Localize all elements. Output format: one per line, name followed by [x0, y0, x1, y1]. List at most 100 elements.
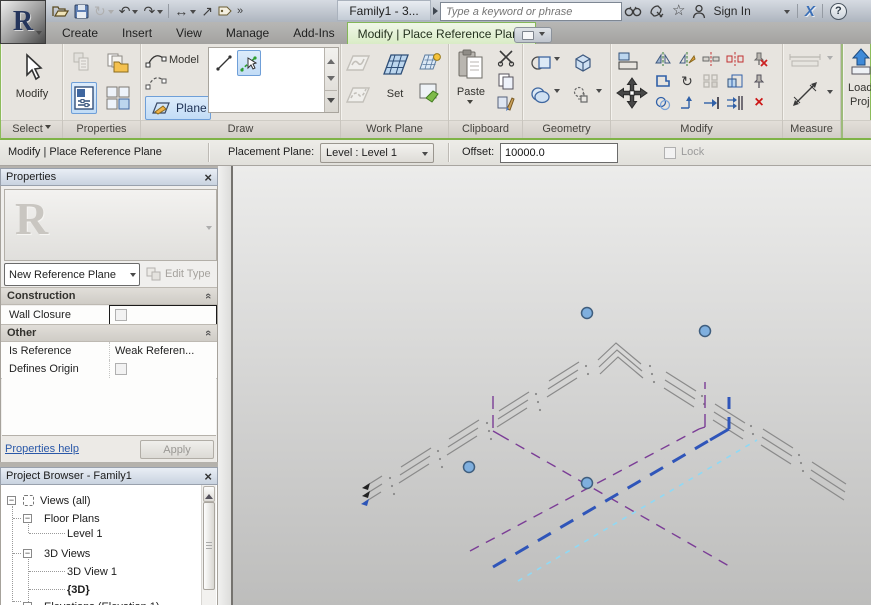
tree-item-elevations[interactable]: − Elevations (Elevation 1) [23, 598, 160, 605]
group-other[interactable]: Other « [1, 324, 217, 342]
cut-caret-icon[interactable] [554, 57, 560, 64]
undo-dropdown-icon[interactable] [132, 10, 138, 17]
node-handle[interactable] [582, 308, 593, 319]
symbolic-line-icon[interactable] [145, 74, 167, 90]
gallery-scroll-up-icon[interactable] [325, 48, 337, 70]
is-reference-value[interactable]: Weak Referen... [109, 342, 217, 360]
redo-icon[interactable]: ↷ [143, 2, 163, 20]
help-icon[interactable]: ? [830, 3, 847, 20]
scroll-up-icon[interactable] [203, 486, 215, 502]
search-input[interactable] [444, 3, 620, 20]
pick-lines-tool[interactable] [237, 50, 261, 76]
application-menu-button[interactable]: R [0, 0, 46, 44]
show-work-plane-button[interactable] [417, 50, 443, 74]
node-handle[interactable] [464, 462, 475, 473]
family-types-button[interactable] [71, 48, 97, 78]
project-browser-scrollbar[interactable] [201, 485, 216, 605]
multi-align-icon[interactable] [725, 94, 745, 112]
model-view-3d[interactable] [233, 166, 871, 605]
copy-icon[interactable] [495, 71, 517, 91]
mirror-pick-axis-icon[interactable] [653, 50, 673, 68]
modify-button-label[interactable]: Modify [1, 88, 63, 100]
panel-label-modify[interactable]: Modify [611, 120, 782, 138]
tree-item-level-1[interactable]: Level 1 [67, 525, 102, 542]
open-icon[interactable] [52, 2, 69, 20]
project-browser-header[interactable]: Project Browser - Family1 × [0, 467, 218, 485]
cut-icon[interactable] [495, 48, 517, 68]
canvas-background[interactable] [233, 166, 871, 605]
set-button-label[interactable]: Set [379, 88, 411, 100]
cut-geometry-icon[interactable] [529, 52, 553, 74]
match-properties-icon[interactable] [495, 94, 517, 114]
panel-label-clipboard[interactable]: Clipboard [449, 120, 522, 138]
cope-caret-icon[interactable] [596, 89, 602, 96]
model-button[interactable]: Model [169, 54, 199, 66]
panel-label-properties[interactable]: Properties [63, 120, 140, 138]
tree-item-3d-view-1[interactable]: 3D View 1 [67, 563, 117, 580]
rotate-icon[interactable]: ↻ [677, 72, 697, 90]
placement-plane-select[interactable]: Level : Level 1 [320, 143, 434, 163]
tab-insert[interactable]: Insert [110, 22, 164, 44]
model-line-icon[interactable] [145, 52, 167, 68]
exchange-apps-icon[interactable]: X [805, 3, 815, 20]
family-category-button[interactable] [105, 82, 131, 114]
delete-icon[interactable]: × [749, 94, 769, 112]
viewer-button[interactable] [417, 80, 443, 104]
tree-item-3d-active[interactable]: {3D} [67, 581, 90, 598]
project-browser-close-icon[interactable]: × [204, 470, 212, 483]
tag-icon[interactable] [218, 2, 232, 20]
properties-header[interactable]: Properties × [0, 168, 218, 186]
tree-item-views-all[interactable]: − Views (all) [7, 492, 91, 509]
panel-label-work-plane[interactable]: Work Plane [341, 120, 448, 138]
search-box[interactable] [440, 2, 622, 21]
tab-create[interactable]: Create [50, 22, 110, 44]
offset-input[interactable] [500, 143, 618, 163]
collapse-chevron-icon-2[interactable]: « [202, 330, 214, 336]
paste-button-label[interactable]: Paste [449, 86, 493, 98]
load-button-label-2[interactable]: Proj [843, 96, 871, 108]
type-selector[interactable]: New Reference Plane [4, 263, 140, 286]
uncut-geometry-icon[interactable] [529, 84, 553, 106]
move-to-level-icon[interactable] [677, 94, 697, 112]
draw-line-tool[interactable] [213, 52, 235, 74]
collapse-box-icon[interactable]: − [7, 496, 16, 505]
sync-dropdown-icon[interactable] [108, 10, 114, 17]
join-geometry-icon[interactable] [571, 52, 595, 74]
panel-label-select[interactable]: Select [1, 120, 62, 138]
split-element-icon[interactable] [701, 50, 721, 68]
apply-button[interactable]: Apply [140, 440, 214, 459]
gallery-expand-icon[interactable] [325, 90, 337, 113]
qat-expand-icon[interactable]: » [237, 2, 243, 20]
measure-tool-icon[interactable]: ↔ [174, 2, 196, 20]
paste-button[interactable] [455, 47, 487, 83]
aligned-dimension-icon[interactable]: ↗ [201, 2, 213, 20]
unpin-icon[interactable] [749, 50, 769, 68]
search-icon[interactable] [624, 2, 642, 20]
sign-in-dropdown-icon[interactable] [784, 10, 790, 17]
dimension-caret-icon[interactable] [827, 90, 833, 97]
move-icon[interactable] [613, 76, 651, 114]
defines-origin-checkbox[interactable] [115, 363, 127, 375]
measure-dropdown-icon[interactable] [190, 10, 196, 17]
collapse-box-icon[interactable]: − [23, 514, 32, 523]
scale-icon[interactable] [725, 72, 745, 90]
cope-icon[interactable] [653, 72, 673, 90]
tab-modify-place-reference-plane[interactable]: Modify | Place Reference Plane [347, 22, 537, 44]
group-construction[interactable]: Construction « [1, 287, 217, 305]
set-work-plane-button[interactable] [379, 48, 411, 82]
scrollbar-thumb[interactable] [203, 502, 215, 590]
tree-item-3d-views[interactable]: − 3D Views [23, 545, 90, 562]
align-icon[interactable] [615, 50, 641, 72]
collapse-chevron-icon[interactable]: « [202, 293, 214, 299]
sign-in-button[interactable]: Sign In [713, 4, 750, 18]
modify-button[interactable] [17, 50, 47, 84]
properties-help-link[interactable]: Properties help [5, 443, 79, 455]
panel-label-geometry[interactable]: Geometry [523, 120, 610, 138]
mirror-draw-axis-icon[interactable] [677, 50, 697, 68]
undo-icon[interactable]: ↶ [119, 2, 139, 20]
communication-center-icon[interactable] [649, 2, 665, 20]
tab-add-ins[interactable]: Add-Ins [281, 22, 346, 44]
favorites-star-icon[interactable]: ☆ [672, 2, 685, 20]
redo-dropdown-icon[interactable] [157, 10, 163, 17]
paste-caret-icon[interactable] [467, 100, 473, 107]
